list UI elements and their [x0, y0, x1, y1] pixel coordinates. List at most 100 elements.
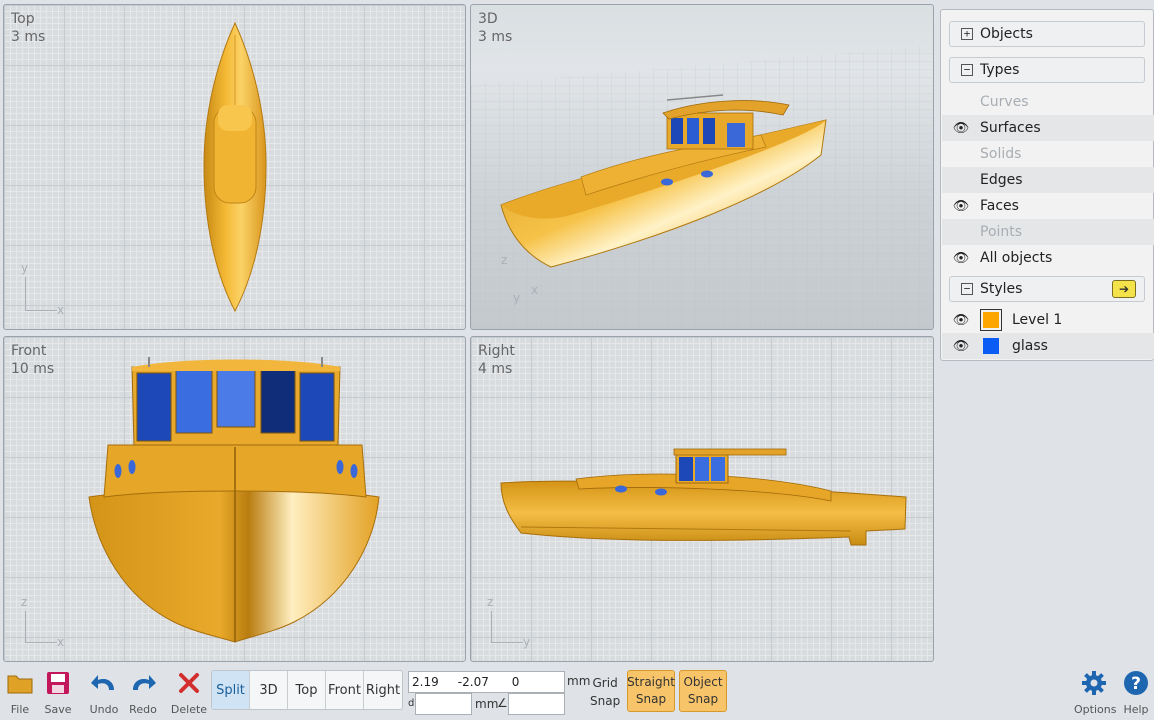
type-item-surfaces[interactable]: 👁 Surfaces: [942, 115, 1154, 141]
undo-icon: [91, 675, 114, 690]
style-item-glass[interactable]: 👁 glass: [942, 333, 1154, 359]
straight-snap-label-1: Straight: [627, 675, 675, 689]
types-section-header[interactable]: − Types: [949, 57, 1145, 83]
save-icon: [47, 672, 69, 694]
distance-label: d: [408, 698, 415, 709]
style-label: glass: [1012, 338, 1048, 354]
options-button[interactable]: Options: [1074, 666, 1117, 720]
options-label: Options: [1074, 703, 1117, 716]
grid-snap-label-2: Snap: [590, 694, 621, 708]
type-item-all-objects[interactable]: 👁 All objects: [942, 245, 1154, 271]
axis-label-v: z: [501, 253, 508, 267]
view-top-button[interactable]: Top: [288, 671, 326, 709]
type-label: Solids: [980, 146, 1022, 162]
viewport-front[interactable]: Front 10 ms z x: [3, 336, 466, 662]
save-label: Save: [44, 703, 72, 716]
coordinate-input[interactable]: 2.19 -2.07 0: [408, 671, 565, 693]
eye-icon[interactable]: 👁: [950, 339, 972, 354]
object-snap-label-2: Snap: [687, 692, 719, 706]
redo-icon: [133, 675, 156, 690]
type-item-solids[interactable]: Solids: [942, 141, 1154, 167]
axis-label-v: z: [487, 595, 494, 609]
type-label: Curves: [980, 94, 1029, 110]
style-item-level-1[interactable]: 👁 Level 1: [942, 307, 1154, 333]
boat-right-view: [500, 448, 907, 546]
types-title: Types: [980, 62, 1020, 78]
svg-text:?: ?: [1131, 674, 1141, 694]
styles-title: Styles: [980, 281, 1023, 297]
grid-snap-toggle[interactable]: Grid Snap: [590, 674, 620, 710]
objects-title: Objects: [980, 26, 1033, 42]
eye-icon[interactable]: 👁: [950, 199, 972, 214]
viewport-right[interactable]: Right 4 ms z y: [470, 336, 934, 662]
type-item-faces[interactable]: 👁 Faces: [942, 193, 1154, 219]
type-item-edges[interactable]: Edges: [942, 167, 1154, 193]
collapse-icon: −: [961, 64, 973, 76]
boat-3d-view: [471, 45, 933, 329]
type-item-points[interactable]: Points: [942, 219, 1154, 245]
objects-section-header[interactable]: + Objects: [949, 21, 1145, 47]
boat-front-view: [88, 357, 380, 643]
eye-icon[interactable]: 👁: [950, 251, 972, 266]
view-right-button[interactable]: Right: [364, 671, 402, 709]
view-front-button[interactable]: Front: [326, 671, 364, 709]
straight-snap-label-2: Snap: [635, 692, 667, 706]
file-label: File: [10, 703, 30, 716]
redo-label: Redo: [129, 703, 157, 716]
eye-icon[interactable]: 👁: [950, 313, 972, 328]
folder-icon: [7, 675, 33, 694]
expand-icon: +: [961, 28, 973, 40]
axis-h-line: [25, 642, 57, 643]
view-split-button[interactable]: Split: [212, 671, 250, 709]
axis-v-line: [25, 277, 26, 311]
save-button[interactable]: Save: [38, 666, 78, 720]
object-snap-button[interactable]: Object Snap: [679, 670, 727, 712]
undo-button[interactable]: Undo: [84, 666, 124, 720]
type-label: All objects: [980, 250, 1053, 266]
eye-icon[interactable]: 👁: [950, 121, 972, 136]
type-label: Surfaces: [980, 120, 1041, 136]
axis-v-line: [491, 611, 492, 643]
delete-icon: [179, 673, 199, 693]
type-label: Faces: [980, 198, 1019, 214]
help-label: Help: [1123, 703, 1149, 716]
axis-label-h: x: [57, 635, 65, 649]
gear-icon: [1082, 671, 1106, 695]
distance-input[interactable]: [415, 693, 472, 715]
straight-snap-button[interactable]: Straight Snap: [627, 670, 675, 712]
angle-label: ∠: [497, 696, 508, 710]
help-icon: ?: [1124, 671, 1148, 695]
view-mode-group: Split 3D Top Front Right: [211, 670, 403, 710]
style-label: Level 1: [1012, 312, 1063, 328]
distance-unit: mm: [475, 697, 499, 711]
redo-button[interactable]: Redo: [123, 666, 163, 720]
bottom-toolbar: File Save Undo Redo Delete Split 3D Top …: [0, 666, 1154, 720]
undo-label: Undo: [89, 703, 119, 716]
file-button[interactable]: File: [0, 666, 40, 720]
viewport-top[interactable]: Top 3 ms y x: [3, 4, 466, 330]
type-item-curves[interactable]: Curves: [942, 89, 1154, 115]
angle-input[interactable]: [508, 693, 565, 715]
help-button[interactable]: ? Help: [1116, 666, 1154, 720]
axis-v-line: [25, 611, 26, 643]
color-swatch[interactable]: [980, 309, 1002, 331]
collapse-icon: −: [961, 283, 973, 295]
arrow-right-icon[interactable]: ➔: [1112, 280, 1136, 298]
type-label: Edges: [980, 172, 1023, 188]
axis-label-v: y: [21, 261, 29, 275]
axis-label-d: y: [513, 291, 521, 305]
axis-label-h: x: [57, 303, 65, 317]
object-snap-label-1: Object: [683, 675, 723, 689]
viewport-3d[interactable]: 3D 3 ms z y x: [470, 4, 934, 330]
axis-label-h: y: [523, 635, 531, 649]
color-swatch[interactable]: [980, 335, 1002, 357]
axis-label-h: x: [531, 283, 539, 297]
styles-section-header[interactable]: − Styles ➔: [949, 276, 1145, 302]
grid-snap-label-1: Grid: [592, 676, 618, 690]
viewport-label: 3D: [478, 11, 498, 27]
boat-top-view: [203, 21, 267, 313]
view-3d-button[interactable]: 3D: [250, 671, 288, 709]
unit-label: mm: [567, 674, 591, 688]
delete-button[interactable]: Delete: [169, 666, 209, 720]
delete-label: Delete: [170, 703, 208, 716]
